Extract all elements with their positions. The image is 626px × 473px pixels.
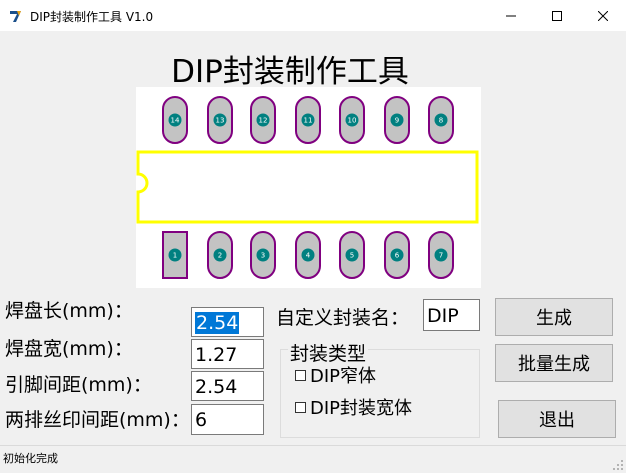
- app-icon: [9, 9, 23, 23]
- close-icon: [598, 10, 608, 21]
- status-text: 初始化完成: [3, 452, 58, 465]
- pin-pad: 4: [295, 231, 321, 279]
- package-name-label: 自定义封装名：: [276, 307, 410, 329]
- pin-pad: 2: [207, 231, 233, 279]
- package-name-input[interactable]: DIP: [423, 299, 480, 331]
- pin-pad: 14: [162, 96, 188, 144]
- resize-grip-icon[interactable]: [612, 459, 624, 471]
- pin-number: 10: [348, 117, 357, 125]
- pin-pad: 13: [207, 96, 233, 144]
- pin-pitch-label: 引脚间距(mm)：: [5, 374, 152, 396]
- pad-width-label: 焊盘宽(mm)：: [5, 338, 133, 360]
- pin-number: 6: [395, 252, 400, 260]
- minimize-icon: [506, 15, 516, 16]
- pin-pitch-input[interactable]: 2.54: [191, 371, 264, 401]
- pin-pad: 9: [384, 96, 410, 144]
- pin-pad: 10: [339, 96, 365, 144]
- top-pin-row: 14 13 12 11 10 9 8: [162, 96, 454, 144]
- pin-pad: 6: [384, 231, 410, 279]
- pin-number: 2: [218, 252, 222, 260]
- pin-number: 5: [350, 252, 354, 260]
- row-spacing-label: 两排丝印间距(mm)：: [5, 409, 190, 431]
- maximize-icon: [552, 10, 562, 21]
- pin-number: 1: [173, 252, 177, 260]
- row-spacing-input[interactable]: 6: [191, 404, 264, 435]
- pad-width-input[interactable]: 1.27: [191, 339, 264, 369]
- title-bar: DIP封装制作工具 V1.0: [0, 0, 626, 31]
- bottom-pin-row: 1 2 3 4 5 6 7: [162, 231, 454, 279]
- status-divider: [0, 445, 626, 446]
- pin-pad: 8: [428, 96, 454, 144]
- pin-number: 9: [395, 117, 399, 125]
- generate-button[interactable]: 生成: [495, 298, 613, 336]
- wide-dip-checkbox[interactable]: DIP封装宽体: [295, 394, 412, 420]
- pin-number: 12: [259, 117, 268, 125]
- pin-pad: 12: [250, 96, 276, 144]
- checkbox-icon: [295, 369, 306, 381]
- pin-pad: 1: [162, 231, 188, 279]
- pin-number: 14: [171, 117, 180, 125]
- narrow-dip-label: DIP窄体: [310, 366, 377, 387]
- pin-number: 3: [261, 252, 265, 260]
- footprint-drawing: 14 13 12 11 10 9 8 1234567: [136, 96, 479, 279]
- batch-generate-button[interactable]: 批量生成: [495, 344, 613, 382]
- pin-pad: 11: [295, 96, 321, 144]
- narrow-dip-checkbox[interactable]: DIP窄体: [295, 362, 376, 388]
- package-outline: [136, 150, 479, 224]
- pad-length-value: 2.54: [195, 312, 240, 334]
- pin-pad: 7: [428, 231, 454, 279]
- pin-pad: 3: [250, 231, 276, 279]
- pin-number: 8: [439, 117, 443, 125]
- minimize-button[interactable]: [488, 0, 534, 31]
- maximize-button[interactable]: [534, 0, 580, 31]
- window-title: DIP封装制作工具 V1.0: [30, 10, 154, 24]
- pad-length-label: 焊盘长(mm)：: [5, 300, 133, 322]
- pad-length-input[interactable]: 2.54: [191, 307, 264, 337]
- pin-number: 11: [304, 117, 313, 125]
- wide-dip-label: DIP封装宽体: [310, 398, 413, 419]
- pin-number: 13: [216, 117, 225, 125]
- close-button[interactable]: [580, 0, 626, 31]
- exit-button[interactable]: 退出: [498, 400, 616, 438]
- pin-pad: 5: [339, 231, 365, 279]
- pin-number: 7: [439, 252, 443, 260]
- footprint-preview: 14 13 12 11 10 9 8 1234567: [136, 87, 481, 288]
- checkbox-icon: [295, 401, 306, 413]
- pin-number: 4: [306, 252, 311, 260]
- page-title: DIP封装制作工具: [171, 54, 409, 90]
